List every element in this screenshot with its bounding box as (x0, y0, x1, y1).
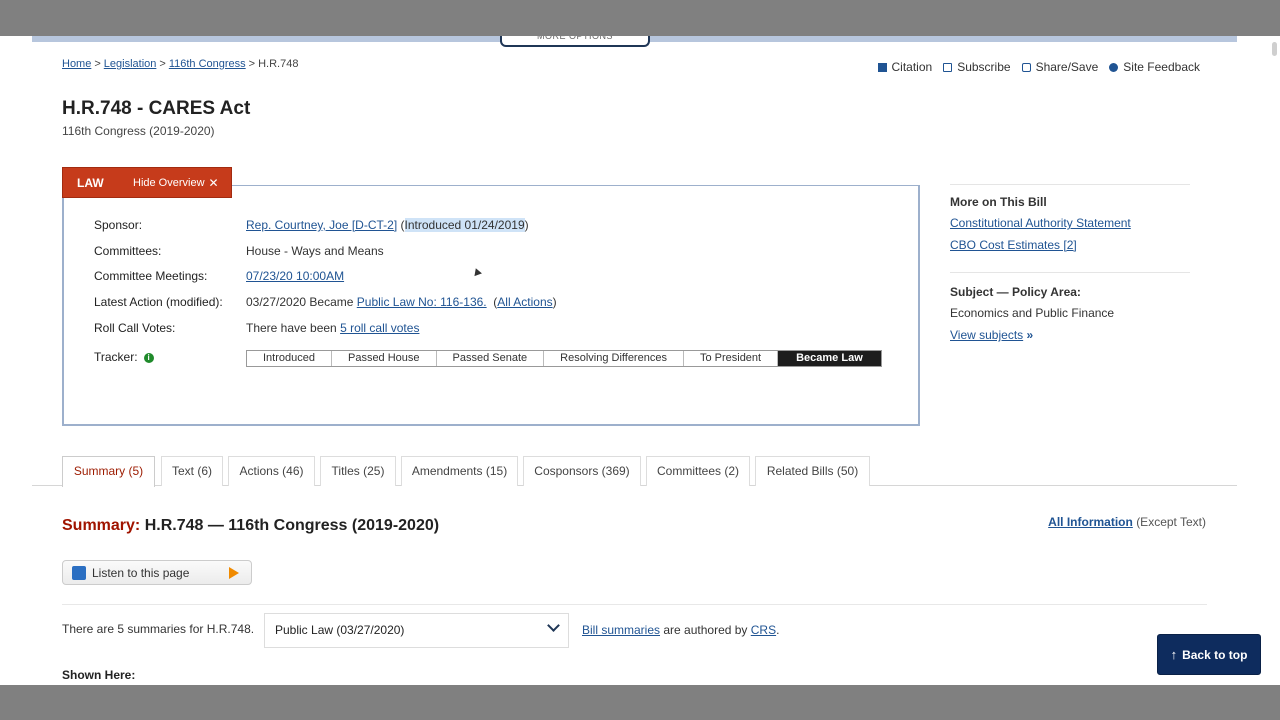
status-tracker: Introduced Passed House Passed Senate Re… (246, 350, 882, 367)
back-to-top-button[interactable]: ↑ Back to top (1157, 634, 1261, 675)
scrollbar[interactable] (1268, 36, 1280, 685)
constitutional-authority-link[interactable]: Constitutional Authority Statement (950, 216, 1131, 230)
introduced-date: Introduced 01/24/2019 (404, 218, 525, 232)
info-icon[interactable]: i (143, 352, 154, 363)
breadcrumb-legislation[interactable]: Legislation (104, 58, 157, 70)
cbo-cost-link[interactable]: CBO Cost Estimates [2] (950, 238, 1077, 252)
public-law-link[interactable]: Public Law No: 116-136. (357, 295, 487, 309)
committees-value: House - Ways and Means (246, 244, 384, 258)
divider (950, 184, 1190, 185)
sponsor-row: Sponsor: Rep. Courtney, Joe [D-CT-2] (In… (94, 218, 529, 232)
view-subjects-link[interactable]: View subjects » (950, 328, 1033, 342)
double-chevron-icon: » (1026, 328, 1034, 342)
summary-version-select[interactable]: Public Law (03/27/2020) (264, 613, 569, 648)
breadcrumb-home[interactable]: Home (62, 58, 91, 70)
close-icon: ✕ (208, 175, 219, 190)
tracker-step-introduced: Introduced (247, 351, 332, 366)
tracker-step-passed-house: Passed House (331, 351, 437, 366)
tracker-step-resolving: Resolving Differences (544, 351, 684, 366)
tracker-step-passed-senate: Passed Senate (436, 351, 545, 366)
all-information-link[interactable]: All Information (1048, 515, 1133, 529)
site-feedback-link[interactable]: Site Feedback (1109, 60, 1200, 74)
breadcrumb-congress[interactable]: 116th Congress (169, 58, 246, 70)
tracker-step-became-law: Became Law (778, 351, 881, 366)
tab-summary[interactable]: Summary (5) (62, 456, 155, 487)
summary-count: There are 5 summaries for H.R.748. (62, 622, 255, 636)
bill-summaries-link[interactable]: Bill summaries (582, 623, 660, 637)
bill-congress: 116th Congress (2019-2020) (62, 124, 215, 138)
feedback-icon (1109, 62, 1119, 72)
speaker-icon (72, 565, 86, 580)
roll-call-link[interactable]: 5 roll call votes (340, 321, 419, 335)
more-on-bill-heading: More on This Bill (950, 195, 1047, 209)
tab-text[interactable]: Text (6) (161, 456, 223, 486)
summary-heading: Summary: H.R.748 — 116th Congress (2019-… (62, 517, 440, 534)
law-status-tab: LAW Hide Overview ✕ (62, 167, 232, 198)
tracker-row: Tracker: i Introduced Passed House Passed… (94, 350, 882, 367)
crs-link[interactable]: CRS (751, 623, 776, 637)
committees-label: Committees: (94, 244, 162, 258)
meeting-link[interactable]: 07/23/20 10:00AM (246, 269, 344, 283)
bill-tabs: Summary (5) Text (6) Actions (46) Titles… (32, 456, 1237, 487)
scrollbar-thumb[interactable] (1272, 42, 1277, 56)
all-information: All Information (Except Text) (1048, 515, 1206, 529)
all-actions-link[interactable]: All Actions (497, 295, 552, 309)
chevron-down-icon (547, 619, 560, 632)
tab-actions[interactable]: Actions (46) (228, 456, 315, 486)
meetings-row: Committee Meetings: 07/23/20 10:00AM (94, 269, 344, 283)
sponsor-label: Sponsor: (94, 218, 143, 232)
committees-row: Committees: House - Ways and Means (94, 244, 384, 258)
listen-button[interactable]: Listen to this page (62, 560, 252, 585)
policy-area: Economics and Public Finance (950, 306, 1115, 320)
latest-action-text: 03/27/2020 Became (246, 295, 354, 309)
share-icon (1021, 62, 1031, 72)
tab-committees[interactable]: Committees (2) (646, 456, 750, 486)
meetings-label: Committee Meetings: (94, 269, 208, 283)
arrow-up-icon: ↑ (1170, 647, 1178, 662)
utility-links: Citation Subscribe Share/Save Site Feedb… (877, 60, 1200, 74)
roll-call-label: Roll Call Votes: (94, 321, 176, 335)
latest-action-label: Latest Action (modified): (94, 295, 223, 309)
breadcrumb-current: H.R.748 (258, 58, 299, 70)
hide-overview-button[interactable]: Hide Overview ✕ (133, 176, 219, 190)
law-badge: LAW (77, 175, 104, 190)
page: MORE OPTIONS Home > Legislation >116th Cong… (0, 36, 1280, 685)
subject-heading: Subject — Policy Area: (950, 285, 1081, 299)
overview-panel: Sponsor: Rep. Courtney, Joe [D-CT-2] (In… (62, 185, 920, 426)
sponsor-link[interactable]: Rep. Courtney, Joe [D-CT-2] (246, 218, 397, 232)
tab-related-bills[interactable]: Related Bills (50) (755, 456, 870, 486)
divider (62, 604, 1207, 605)
subscribe-link[interactable]: Subscribe (943, 60, 1011, 74)
share-save-link[interactable]: Share/Save (1021, 60, 1098, 74)
tab-titles[interactable]: Titles (25) (320, 456, 396, 486)
authored-by: Bill summaries are authored by CRS. (582, 623, 780, 637)
shown-here-label: Shown Here: (62, 668, 136, 682)
page-title: H.R.748 - CARES Act (62, 98, 251, 119)
breadcrumb: Home > Legislation >116th Congress > H.R.748 (62, 58, 299, 70)
subscribe-icon (943, 62, 953, 72)
tracker-label: Tracker: (94, 350, 138, 364)
play-icon[interactable] (229, 567, 239, 579)
roll-call-text: There have been (246, 321, 337, 335)
citation-icon (877, 62, 887, 72)
more-options-tab[interactable]: MORE OPTIONS (500, 36, 650, 47)
tracker-step-to-president: To President (683, 351, 779, 366)
tab-cosponsors[interactable]: Cosponsors (369) (523, 456, 641, 486)
latest-action-row: Latest Action (modified): 03/27/2020 Bec… (94, 295, 557, 309)
citation-link[interactable]: Citation (877, 60, 932, 74)
roll-call-row: Roll Call Votes: There have been 5 roll … (94, 321, 419, 335)
divider (950, 272, 1190, 273)
tab-amendments[interactable]: Amendments (15) (401, 456, 518, 486)
